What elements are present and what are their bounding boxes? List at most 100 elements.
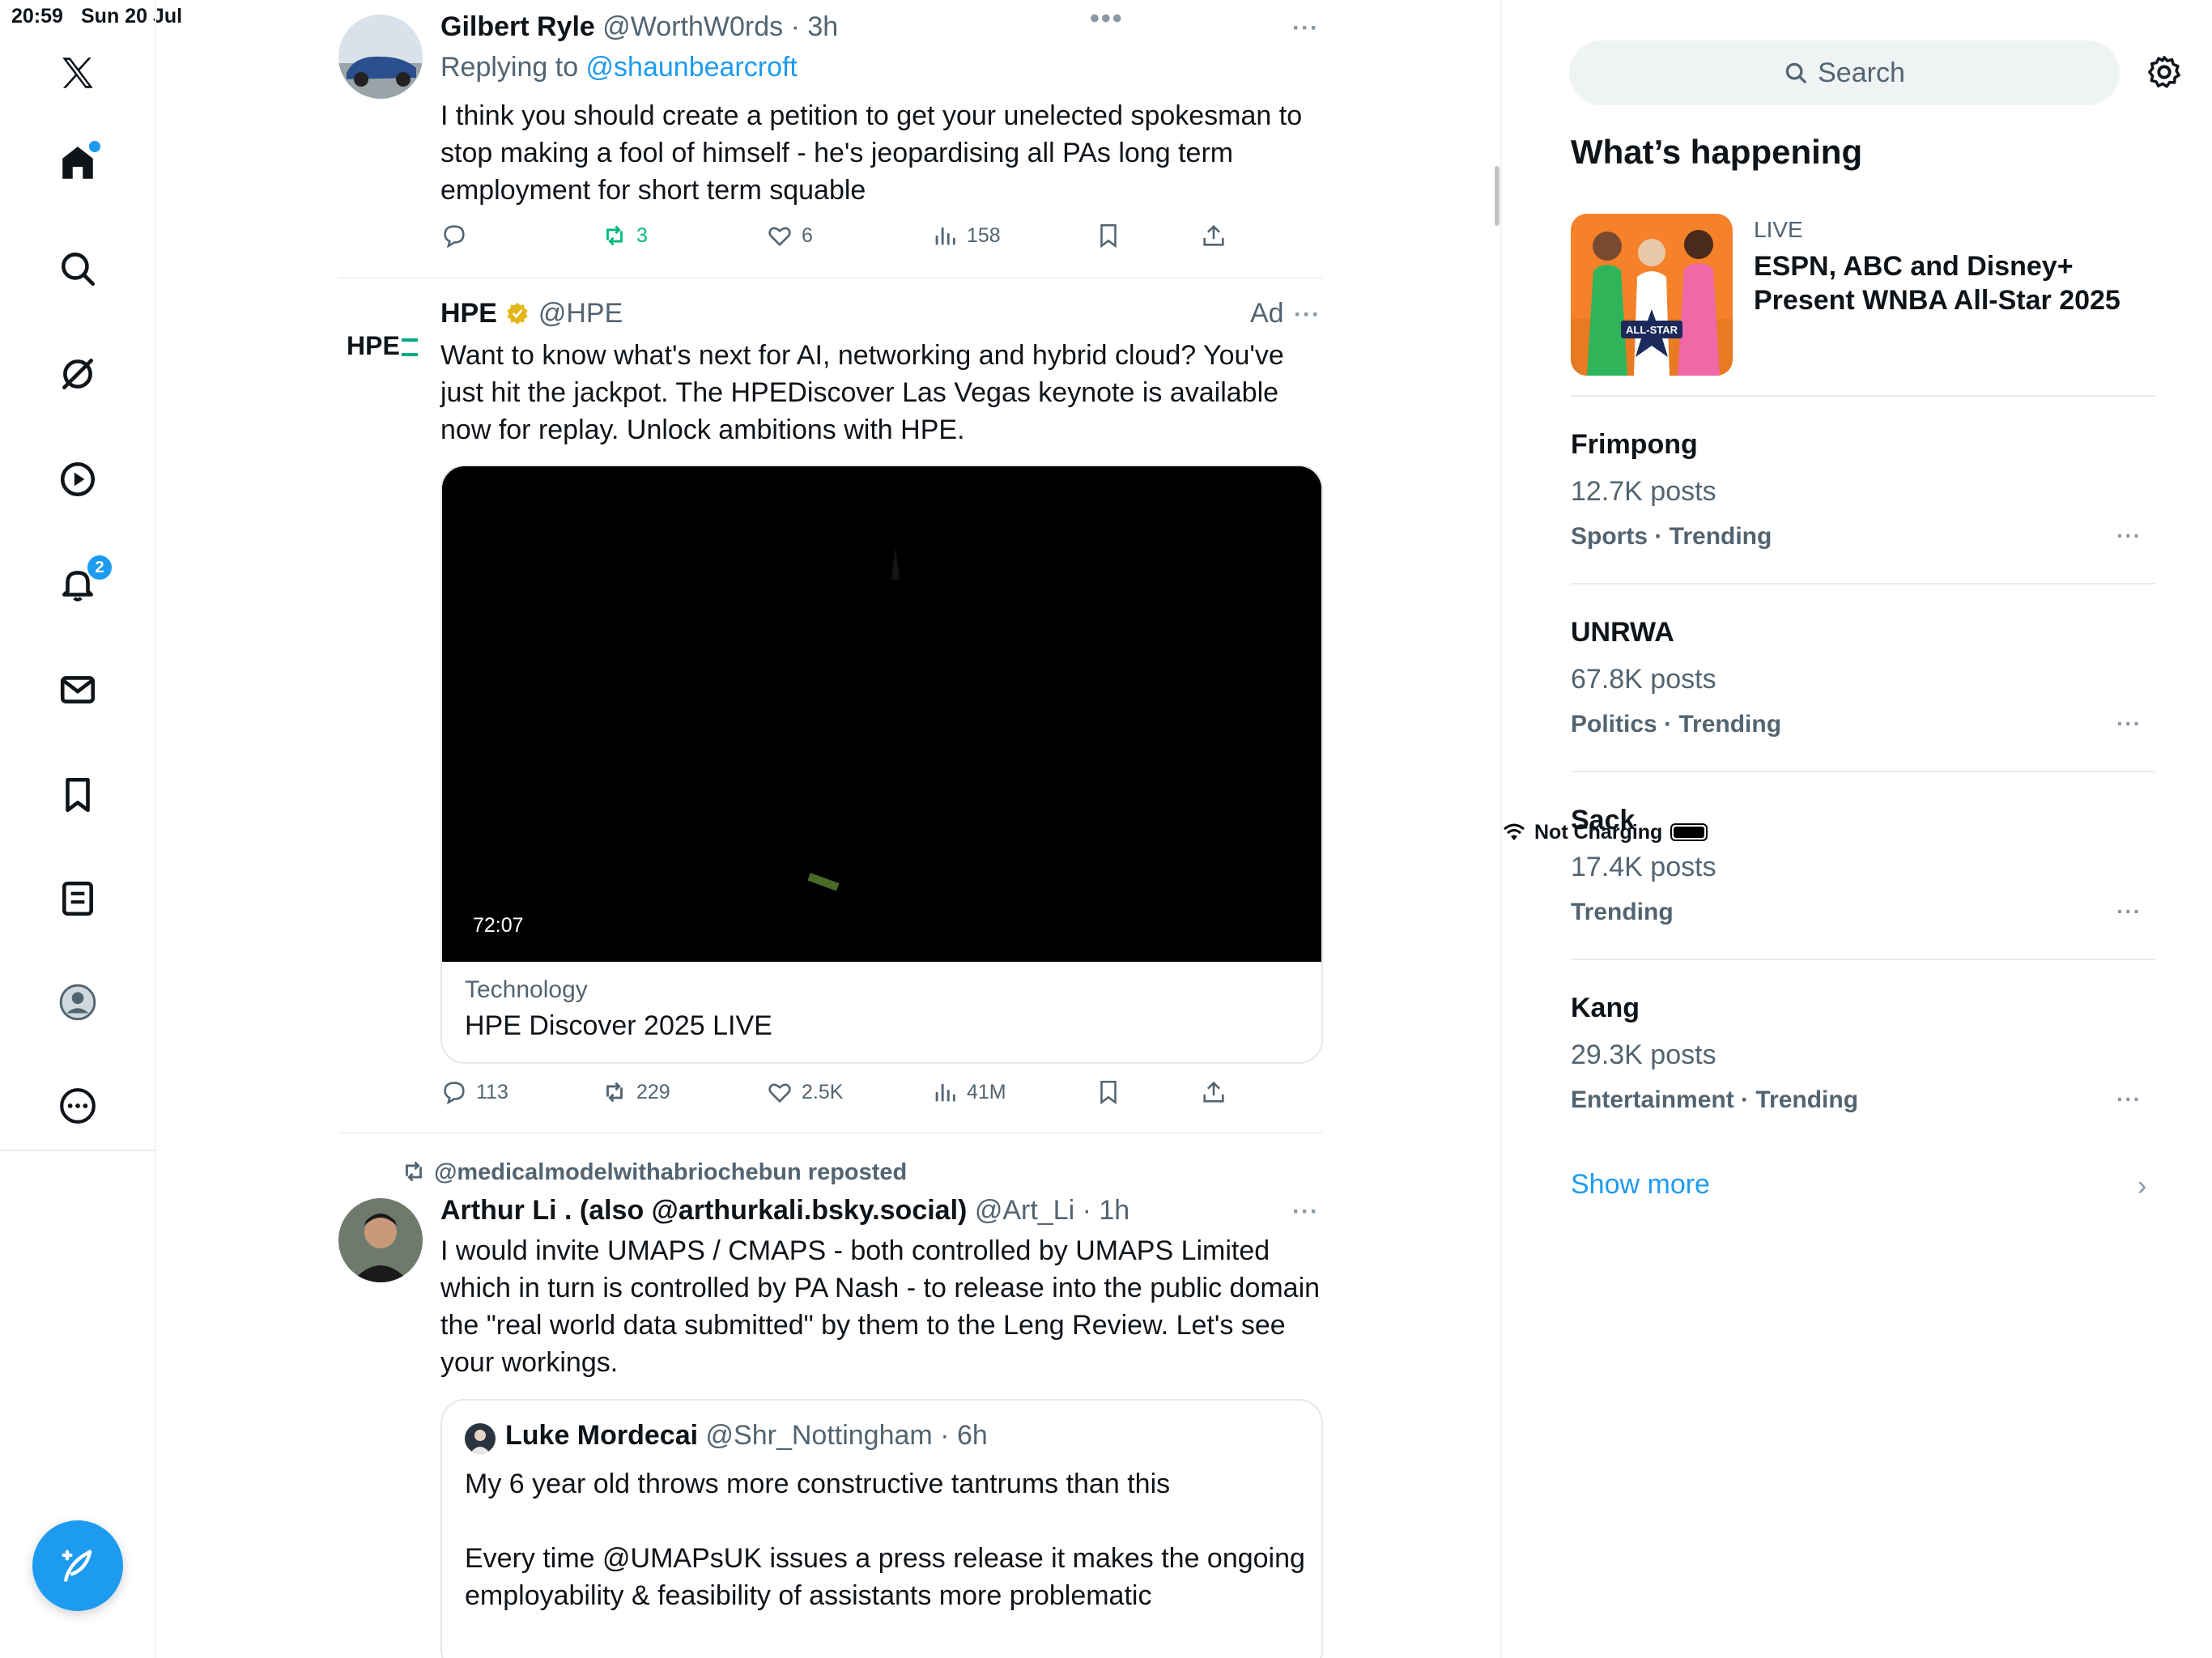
like-button[interactable]: 2.5K (766, 1078, 843, 1106)
trend-name[interactable]: Kang (1571, 993, 1640, 1024)
show-more-link[interactable]: Show more (1571, 1169, 1710, 1201)
quote-time: · 6h (940, 1420, 988, 1451)
video-card[interactable]: 72:07 Technology HPE Discover 2025 LIVE (440, 465, 1323, 1064)
share-button[interactable] (1200, 222, 1227, 249)
trend-name[interactable]: Frimpong (1571, 429, 1698, 461)
chevron-right-icon[interactable]: › (2138, 1171, 2146, 1202)
trend-more-button[interactable]: ··· (2116, 523, 2142, 549)
home-unread-dot (89, 141, 100, 152)
trend-divider (1571, 583, 2155, 585)
tweet-time[interactable]: · 1h (1083, 1195, 1130, 1226)
video-player[interactable]: 72:07 (442, 466, 1321, 962)
tweet-header: Arthur Li . (also @arthurkali.bsky.socia… (440, 1195, 1129, 1226)
gear-icon[interactable] (2146, 53, 2183, 91)
repost-button[interactable]: 229 (601, 1078, 670, 1106)
quote-header: Luke Mordecai @Shr_Nottingham · 6h (505, 1420, 988, 1452)
share-button[interactable] (1200, 1078, 1227, 1106)
bookmark-icon[interactable] (45, 763, 110, 827)
reply-button[interactable]: 113 (440, 1078, 508, 1106)
trend-name[interactable]: Sack (1571, 805, 1635, 836)
repost-button[interactable]: 3 (601, 222, 648, 249)
trend-divider (1571, 395, 2155, 397)
tweet-header: Gilbert Ryle @WorthW0rds · 3h (440, 11, 838, 43)
nav-divider (0, 1150, 156, 1151)
profile-icon[interactable] (45, 970, 110, 1035)
tweet-more-button[interactable]: ··· (1292, 15, 1319, 42)
notifications-badge: 2 (87, 555, 112, 580)
scrollbar[interactable] (1495, 166, 1499, 226)
heart-icon (768, 227, 791, 247)
bookmark-icon (1100, 223, 1117, 249)
x-logo-icon[interactable] (45, 40, 110, 105)
author-name[interactable]: Arthur Li . (also @arthurkali.bsky.socia… (440, 1195, 967, 1226)
tweet-divider (338, 277, 1323, 278)
share-icon (1203, 1081, 1224, 1103)
trend-divider (1571, 771, 2155, 772)
top-more-dots[interactable]: ••• (1090, 3, 1124, 35)
trend-more-button[interactable]: ··· (2116, 711, 2142, 737)
live-label: LIVE (1754, 217, 1803, 242)
bookmark-button[interactable] (1095, 222, 1122, 249)
live-event-title[interactable]: ESPN, ABC and Disney+ Present WNBA All-S… (1754, 249, 2159, 317)
views-count: 41M (967, 1080, 1006, 1103)
tweet-text: I think you should create a petition to … (440, 100, 1303, 206)
trend-more-button[interactable]: ··· (2116, 1086, 2142, 1112)
like-button[interactable]: 6 (766, 222, 813, 249)
grok-icon[interactable] (45, 342, 110, 406)
author-handle[interactable]: @Art_Li (975, 1195, 1074, 1226)
quoted-tweet[interactable]: Luke Mordecai @Shr_Nottingham · 6h My 6 … (440, 1399, 1323, 1658)
compose-button[interactable] (32, 1520, 123, 1611)
trend-category: Entertainment · Trending (1571, 1086, 1859, 1113)
views-button[interactable]: 158 (931, 222, 1001, 249)
avatar[interactable] (338, 15, 423, 99)
author-name[interactable]: HPE (440, 298, 497, 329)
trend-name[interactable]: UNRWA (1571, 617, 1674, 648)
trend-more-button[interactable]: ··· (2116, 899, 2142, 925)
more-icon[interactable] (45, 1073, 110, 1138)
repost-count: 229 (636, 1080, 670, 1103)
bookmark-button[interactable] (1095, 1078, 1122, 1106)
hpe-logo[interactable]: HPE (338, 304, 423, 389)
whats-happening-title: What’s happening (1571, 133, 1863, 171)
author-handle[interactable]: @HPE (538, 298, 623, 329)
card-title[interactable]: HPE Discover 2025 LIVE (465, 1010, 772, 1042)
search-icon[interactable] (45, 236, 110, 301)
left-navigation: 2 (0, 0, 156, 1658)
search-icon (1785, 62, 1806, 83)
quote-author-handle: @Shr_Nottingham (705, 1420, 933, 1451)
tweet-text: Want to know what's next for AI, network… (440, 340, 1284, 445)
replying-to: Replying to @shaunbearcroft (440, 52, 798, 83)
live-event-thumbnail[interactable]: ALL-STAR (1571, 214, 1733, 376)
reply-button[interactable] (440, 222, 468, 249)
search-input[interactable]: Search (1569, 40, 2120, 105)
repost-icon (406, 1161, 422, 1182)
tweet-time[interactable]: · 3h (791, 11, 839, 42)
mail-icon[interactable] (45, 657, 110, 722)
author-name[interactable]: Gilbert Ryle (440, 11, 595, 42)
verified-gold-icon (507, 302, 529, 325)
bell-icon[interactable]: 2 (45, 552, 112, 617)
video-duration: 72:07 (473, 914, 524, 937)
trend-category: Politics · Trending (1571, 711, 1782, 738)
quote-text-line2: Every time @UMAPsUK issues a press relea… (465, 1543, 1305, 1611)
video-icon[interactable] (45, 447, 110, 512)
heart-icon (768, 1083, 791, 1103)
reply-icon (444, 1082, 465, 1105)
compose-feather-icon (62, 1550, 92, 1582)
views-button[interactable]: 41M (931, 1078, 1006, 1106)
repost-icon (606, 1082, 623, 1103)
avatar[interactable] (338, 1198, 423, 1282)
repost-icon (606, 225, 623, 246)
tweet-more-button[interactable]: ··· (1294, 301, 1321, 329)
ad-label: Ad (1250, 298, 1284, 329)
replying-handle-link[interactable]: @shaunbearcroft (586, 52, 798, 83)
hpe-logo-text: HPE (347, 331, 400, 360)
thumbnail-text: ALL-STAR (1626, 324, 1678, 336)
trend-count: 29.3K posts (1571, 1039, 1716, 1070)
trend-divider (1571, 959, 2155, 960)
author-handle[interactable]: @WorthW0rds (602, 11, 783, 42)
reposted-by[interactable]: @medicalmodelwithabriochebun reposted (434, 1159, 907, 1185)
tweet-more-button[interactable]: ··· (1292, 1198, 1319, 1226)
home-icon[interactable] (45, 131, 110, 196)
list-icon[interactable] (45, 866, 110, 931)
